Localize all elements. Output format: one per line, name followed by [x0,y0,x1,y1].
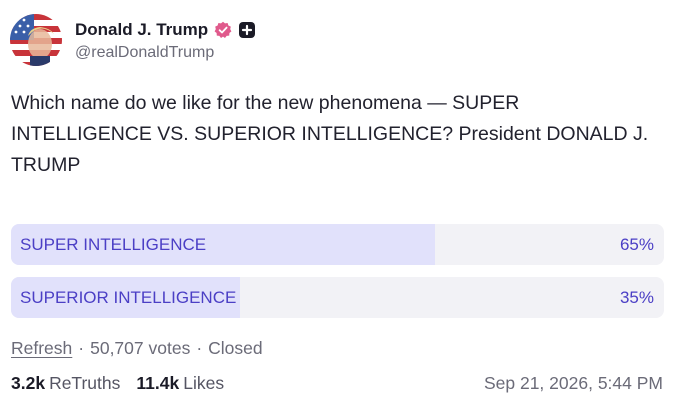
author-name-row: Donald J. Trump [75,18,256,42]
separator: · [196,338,203,358]
post-timestamp[interactable]: Sep 21, 2026, 5:44 PM [484,373,663,394]
plus-badge-icon [238,21,256,39]
retruths-label: ReTruths [49,373,121,393]
retruths-count: 3.2k [11,373,46,393]
poll-option-percent: 65% [619,235,654,254]
poll-meta: Refresh · 50,707 votes · Closed [11,338,263,359]
post-header: Donald J. Trump @realDonaldTrump [10,14,256,66]
post-text: Which name do we like for the new phenom… [11,92,649,176]
author-display-name[interactable]: Donald J. Trump [75,20,208,40]
author-handle[interactable]: @realDonaldTrump [75,44,256,62]
refresh-link[interactable]: Refresh [11,338,72,359]
likes-label: Likes [183,373,225,393]
separator: · [78,338,85,358]
verified-badge-icon [214,21,232,39]
avatar[interactable] [10,14,62,66]
flag-portrait-avatar-icon [10,14,62,66]
likes-count: 11.4k [136,373,180,393]
post-stats: 3.2k ReTruths 11.4k Likes [11,373,224,394]
poll-option-label: SUPER INTELLIGENCE [20,235,207,254]
poll-option-super-intelligence: SUPER INTELLIGENCE 65% [11,224,664,265]
poll-status: Closed [208,338,263,358]
poll-option-label: SUPERIOR INTELLIGENCE [20,288,237,307]
retruths-stat[interactable]: 3.2k ReTruths [11,373,120,394]
poll-option-percent: 35% [619,288,654,307]
likes-stat[interactable]: 11.4k Likes [136,373,224,394]
poll-option-superior-intelligence: SUPERIOR INTELLIGENCE 35% [11,277,664,318]
author-info: Donald J. Trump @realDonaldTrump [75,18,256,62]
poll-vote-count: 50,707 votes [90,338,191,358]
